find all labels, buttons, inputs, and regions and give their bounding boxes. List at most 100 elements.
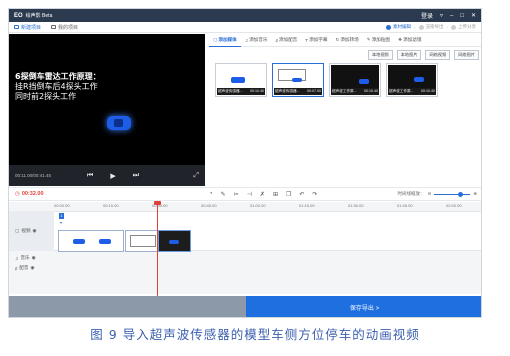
- media-panel: ▢ 添加媒体 ♫ 添加音乐 ♯ 添加配音 T 添加字幕 ↻ 添加转场 ✎ 添加贴图 ❖ 添加滤…: [207, 34, 481, 186]
- thumbnail-duration: 00:07.00: [307, 89, 321, 93]
- undo-icon[interactable]: ↶: [299, 191, 304, 198]
- split-icon[interactable]: ⊣: [247, 191, 252, 198]
- time-ruler[interactable]: 00:00.00 00:15.00 00:30.00 00:45.00 01:0…: [54, 202, 481, 210]
- delete-icon[interactable]: ✗: [260, 191, 265, 198]
- zoom-out-icon[interactable]: ⊖: [427, 191, 431, 197]
- menu-icon[interactable]: ▿: [440, 12, 443, 19]
- import-local-video-button[interactable]: 本地视频: [367, 50, 393, 60]
- thumbnail-duration: 00:10.40: [364, 89, 378, 93]
- timeline[interactable]: 00:00.00 00:15.00 00:30.00 00:45.00 01:0…: [9, 202, 481, 294]
- next-frame-icon[interactable]: ⏭: [133, 172, 139, 180]
- step-arrow-icon: ›: [414, 24, 416, 30]
- dub-track-header: ♯ 配音 ◉: [9, 264, 54, 272]
- zoom-in-icon[interactable]: ⊕: [473, 191, 477, 197]
- fullscreen-icon[interactable]: ⤢: [193, 172, 199, 180]
- video-preview[interactable]: 6探倒车雷达工作原理： 挂R挡倒车后4探头工作 同时前2探头工作 00:11.0…: [9, 34, 205, 186]
- footer-left: [9, 296, 246, 317]
- pen-icon[interactable]: ✎: [221, 191, 226, 198]
- thumbnail-name: 超声波传感器...: [218, 89, 243, 93]
- step-render-icon: [418, 24, 424, 30]
- preview-line-1: 6探倒车雷达工作原理：: [15, 72, 101, 81]
- ruler-tick: 01:15.00: [299, 203, 315, 208]
- ruler-tick: 02:00.00: [446, 203, 462, 208]
- new-project-label: 新建项目: [21, 24, 42, 31]
- window-controls: 登录 ▿ – □ ✕: [421, 11, 476, 21]
- login-link[interactable]: 登录: [421, 11, 433, 20]
- copy-icon[interactable]: ❐: [286, 191, 291, 198]
- car-model-image: [107, 116, 131, 130]
- video-clip[interactable]: [58, 230, 124, 252]
- folder-icon: [51, 25, 57, 29]
- zoom-slider-handle[interactable]: [458, 191, 464, 197]
- step-edit[interactable]: 素材编辑: [386, 24, 411, 30]
- crop-icon[interactable]: ⊞: [273, 191, 278, 198]
- tab-add-sticker[interactable]: ✎ 添加贴图: [363, 34, 394, 47]
- import-online-video-button[interactable]: 网络视频: [425, 50, 451, 60]
- save-export-button[interactable]: 保存导出 >: [246, 296, 481, 317]
- play-icon[interactable]: ▶: [110, 172, 115, 180]
- thumbnail-car-image: [292, 78, 302, 82]
- video-track-header: ▢ 视频 ◉: [9, 211, 54, 251]
- step-share-icon: [451, 24, 456, 30]
- music-track-icon: ♫: [15, 255, 19, 261]
- clip-car-image: [73, 239, 85, 244]
- thumbnail-name: 超声波工作原...: [389, 89, 414, 93]
- eye-icon[interactable]: ◉: [32, 255, 36, 261]
- music-track-header: ♫ 音乐 ◉: [9, 254, 54, 262]
- playback-time: 00:11.00/00:41.45: [15, 173, 51, 178]
- tab-add-music[interactable]: ♫ 添加音乐: [241, 34, 272, 47]
- media-thumbnail[interactable]: 超声波工作原... 00:10.40: [386, 63, 438, 97]
- thumbnail-image: [274, 65, 322, 89]
- footer-bar: 保存导出 >: [9, 296, 481, 317]
- speed-icon[interactable]: ◔: [209, 191, 213, 198]
- minimize-icon[interactable]: –: [450, 13, 453, 19]
- eye-icon[interactable]: ◉: [31, 265, 35, 271]
- new-project-icon: [14, 25, 19, 29]
- import-online-image-button[interactable]: 网络图片: [454, 50, 479, 60]
- close-icon[interactable]: ✕: [471, 12, 476, 19]
- playback-controls: 00:11.00/00:41.45 ⏮ ▶ ⏭ ⤢: [9, 165, 205, 186]
- tab-add-transition[interactable]: ↻ 添加转场: [331, 34, 362, 47]
- clip-car-image: [169, 240, 179, 244]
- marker-flag[interactable]: 1: [59, 213, 64, 219]
- thumbnail-car-image: [231, 77, 245, 83]
- media-thumbnail[interactable]: 超声波传感器... 00:10.40: [215, 63, 267, 97]
- zoom-slider[interactable]: [434, 191, 471, 197]
- video-track[interactable]: 1 ▾: [54, 211, 481, 252]
- import-local-image-button[interactable]: 本地图片: [396, 50, 422, 60]
- tab-label: 添加字幕: [309, 37, 328, 42]
- thumbnail-car-image: [359, 79, 369, 84]
- thumbnail-name: 超声波工作原...: [332, 89, 357, 93]
- playhead[interactable]: [157, 202, 158, 297]
- my-projects-button[interactable]: 我的项目: [51, 24, 78, 31]
- eye-icon[interactable]: ◉: [33, 228, 37, 234]
- workflow-steps: 素材编辑 › 渲染导出 › 上传分享: [386, 24, 476, 30]
- tab-add-dub[interactable]: ♯ 添加配音: [272, 34, 302, 47]
- thumbnail-image: [331, 65, 379, 89]
- media-thumbnail[interactable]: 超声波工作原... 00:10.40: [329, 63, 381, 97]
- step-render[interactable]: 渲染导出: [418, 24, 444, 30]
- figure-caption: 图 9 导入超声波传感器的模型车侧方位停车的动画视频: [90, 327, 420, 342]
- current-time: ◷ 00:32.00: [15, 191, 44, 197]
- tab-add-subtitle[interactable]: T 添加字幕: [301, 34, 331, 47]
- tab-add-filter[interactable]: ❖ 添加滤镜: [394, 34, 426, 47]
- media-thumbnail[interactable]: 超声波传感器... 00:07.00: [272, 63, 324, 97]
- new-project-button[interactable]: 新建项目: [14, 24, 41, 31]
- tab-add-media[interactable]: ▢ 添加媒体: [209, 34, 241, 47]
- maximize-icon[interactable]: □: [460, 13, 464, 19]
- filter-icon: ❖: [397, 37, 403, 42]
- ruler-tick: 01:00.00: [250, 203, 266, 208]
- ruler-tick: 01:45.00: [397, 203, 413, 208]
- video-clip[interactable]: [158, 230, 191, 252]
- tab-label: 添加滤镜: [403, 37, 422, 42]
- prev-frame-icon[interactable]: ⏮: [87, 172, 93, 180]
- step-render-label: 渲染导出: [425, 24, 444, 29]
- step-share[interactable]: 上传分享: [451, 24, 476, 30]
- dub-track-label: 配音: [19, 265, 29, 270]
- clip-window-image: [130, 235, 156, 247]
- cut-icon[interactable]: ✂: [234, 191, 239, 198]
- ruler-tick: 00:15.00: [103, 203, 119, 208]
- redo-icon[interactable]: ↷: [312, 191, 317, 198]
- project-bar: 新建项目 我的项目 素材编辑 › 渲染导出 › 上传分享: [9, 22, 481, 33]
- marker-arrow-icon: ▾: [60, 220, 63, 225]
